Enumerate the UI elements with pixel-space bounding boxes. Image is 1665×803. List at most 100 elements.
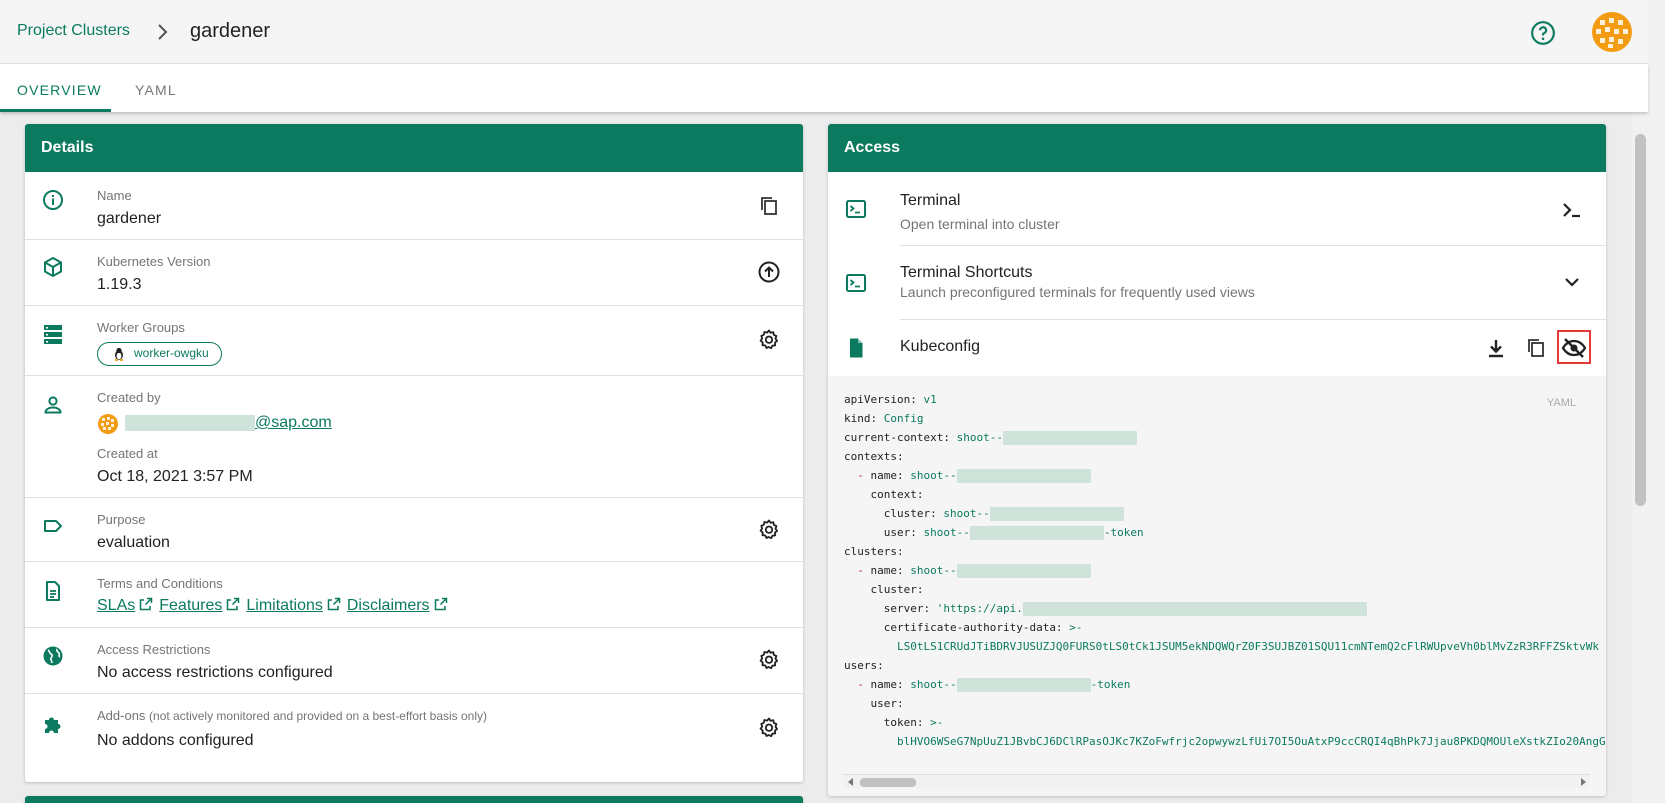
open-in-new-icon[interactable] bbox=[327, 597, 341, 611]
help-circle-icon[interactable] bbox=[1530, 20, 1556, 46]
server-icon bbox=[44, 325, 62, 344]
code-key: user: bbox=[870, 697, 904, 710]
upgrade-icon[interactable] bbox=[757, 260, 781, 284]
copy-icon[interactable] bbox=[757, 194, 781, 218]
kubernetes-version-value: 1.19.3 bbox=[97, 276, 142, 293]
worker-group-chip[interactable]: worker-owgku bbox=[97, 342, 222, 366]
gear-icon[interactable] bbox=[757, 518, 781, 542]
active-tab-indicator bbox=[0, 109, 111, 112]
access-card: Access Terminal Open terminal into clust… bbox=[828, 124, 1606, 796]
linux-icon bbox=[115, 347, 123, 361]
access-card-title: Access bbox=[828, 124, 1606, 172]
tab-bar: OVERVIEW YAML bbox=[0, 64, 1648, 112]
shortcuts-subtitle: Launch preconfigured terminals for frequ… bbox=[900, 284, 1255, 300]
next-card bbox=[25, 796, 803, 803]
terminal-multiple-icon bbox=[846, 274, 866, 292]
open-in-new-icon[interactable] bbox=[434, 597, 448, 611]
detail-row-purpose: Purpose evaluation bbox=[25, 498, 803, 562]
access-restrictions-value: No access restrictions configured bbox=[97, 664, 333, 681]
code-value: shoot-- bbox=[943, 507, 990, 520]
creator-email[interactable]: @sap.com bbox=[125, 414, 332, 432]
code-value: 'https://api. bbox=[936, 602, 1023, 615]
kubernetes-version-label: Kubernetes Version bbox=[97, 254, 211, 269]
content-scrollbar-thumb[interactable] bbox=[1635, 134, 1646, 506]
tab-yaml[interactable]: YAML bbox=[135, 82, 177, 98]
code-key: name: bbox=[870, 469, 904, 482]
redacted-value bbox=[1022, 602, 1367, 616]
globe-icon bbox=[43, 646, 63, 666]
link-disclaimers[interactable]: Disclaimers bbox=[347, 597, 430, 614]
code-key: server: bbox=[883, 602, 931, 615]
document-icon bbox=[46, 581, 60, 601]
purpose-value: evaluation bbox=[97, 534, 170, 551]
chevron-right-icon bbox=[158, 24, 168, 40]
code-key: context: bbox=[870, 488, 924, 501]
code-horizontal-scrollbar[interactable] bbox=[844, 774, 1590, 788]
access-row-terminal[interactable]: Terminal Open terminal into cluster bbox=[900, 172, 1606, 246]
code-value: shoot-- bbox=[910, 564, 957, 577]
detail-row-worker-groups: Worker Groups worker-owgku bbox=[25, 306, 803, 376]
link-slas[interactable]: SLAs bbox=[97, 597, 135, 614]
terminal-subtitle: Open terminal into cluster bbox=[900, 216, 1060, 232]
terms-links: SLAs Features Limitations Disclaimers bbox=[97, 597, 454, 615]
code-key: contexts: bbox=[844, 450, 904, 463]
next-card-header bbox=[25, 796, 803, 803]
person-icon bbox=[44, 396, 62, 414]
worker-group-name: worker-owgku bbox=[134, 346, 209, 360]
access-row-kubeconfig: Kubeconfig bbox=[900, 320, 1606, 376]
tab-overview[interactable]: OVERVIEW bbox=[17, 82, 102, 98]
access-row-terminal-shortcuts[interactable]: Terminal Shortcuts Launch preconfigured … bbox=[900, 246, 1606, 320]
detail-row-addons: Add-ons (not actively monitored and prov… bbox=[25, 694, 803, 764]
breadcrumb-project-clusters[interactable]: Project Clusters bbox=[17, 22, 130, 40]
download-icon[interactable] bbox=[1484, 336, 1508, 360]
cube-icon bbox=[44, 256, 62, 278]
user-avatar-icon[interactable] bbox=[1590, 10, 1634, 54]
breadcrumb-current: gardener bbox=[190, 20, 271, 42]
terms-label: Terms and Conditions bbox=[97, 576, 223, 591]
detail-row-kubernetes-version: Kubernetes Version 1.19.3 bbox=[25, 240, 803, 306]
page-scrollbar[interactable] bbox=[1648, 0, 1665, 803]
code-value: v1 bbox=[923, 393, 937, 406]
code-key: clusters: bbox=[844, 545, 904, 558]
gear-icon[interactable] bbox=[757, 716, 781, 740]
scroll-right-arrow[interactable] bbox=[1581, 778, 1586, 786]
worker-groups-label: Worker Groups bbox=[97, 320, 185, 335]
detail-row-created: Created by @sap.com Created at Oct 18, 2… bbox=[25, 376, 803, 498]
gear-icon[interactable] bbox=[757, 648, 781, 672]
chevron-down-icon[interactable] bbox=[1560, 270, 1584, 294]
link-limitations[interactable]: Limitations bbox=[246, 597, 322, 614]
code-value: blHVO6WSeG7NpUuZ1JBvbCJ6DClRPasOJKc7KZoF… bbox=[896, 735, 1606, 748]
code-value: -token bbox=[1103, 526, 1144, 539]
code-value: shoot-- bbox=[956, 431, 1003, 444]
addons-label: Add-ons (not actively monitored and prov… bbox=[97, 708, 487, 723]
created-by-label: Created by bbox=[97, 390, 161, 405]
addons-value: No addons configured bbox=[97, 732, 254, 749]
terminal-title: Terminal bbox=[900, 192, 961, 209]
code-scroll-thumb[interactable] bbox=[860, 778, 916, 787]
code-key: users: bbox=[844, 659, 884, 672]
link-features[interactable]: Features bbox=[159, 597, 222, 614]
open-in-new-icon[interactable] bbox=[139, 597, 153, 611]
creator-email-domain[interactable]: @sap.com bbox=[255, 414, 332, 431]
code-value: shoot-- bbox=[923, 526, 970, 539]
copy-icon[interactable] bbox=[1524, 336, 1548, 360]
code-key: apiVersion: bbox=[844, 393, 917, 406]
redacted-value bbox=[956, 564, 1091, 578]
addons-note: (not actively monitored and provided on … bbox=[149, 709, 488, 723]
code-value: >- bbox=[1069, 621, 1083, 634]
code-value: -token bbox=[1090, 678, 1131, 691]
gear-icon[interactable] bbox=[757, 328, 781, 352]
code-value: LS0tLS1CRUdJTiBDRVJUSUZJQ0FURS0tLS0tCk1J… bbox=[896, 640, 1599, 653]
file-icon bbox=[850, 338, 863, 358]
code-key: user: bbox=[883, 526, 917, 539]
scroll-left-arrow[interactable] bbox=[848, 778, 853, 786]
code-key: name: bbox=[870, 678, 904, 691]
purpose-label: Purpose bbox=[97, 512, 146, 527]
code-key: current-context: bbox=[844, 431, 950, 444]
code-value: shoot-- bbox=[910, 678, 957, 691]
terminal-prompt-icon[interactable] bbox=[1560, 198, 1584, 222]
code-key: kind: bbox=[844, 412, 878, 425]
details-card-title: Details bbox=[25, 124, 803, 172]
kubeconfig-yaml-viewer[interactable]: YAML apiVersion: v1 kind: Config current-… bbox=[828, 376, 1606, 796]
open-in-new-icon[interactable] bbox=[226, 597, 240, 611]
